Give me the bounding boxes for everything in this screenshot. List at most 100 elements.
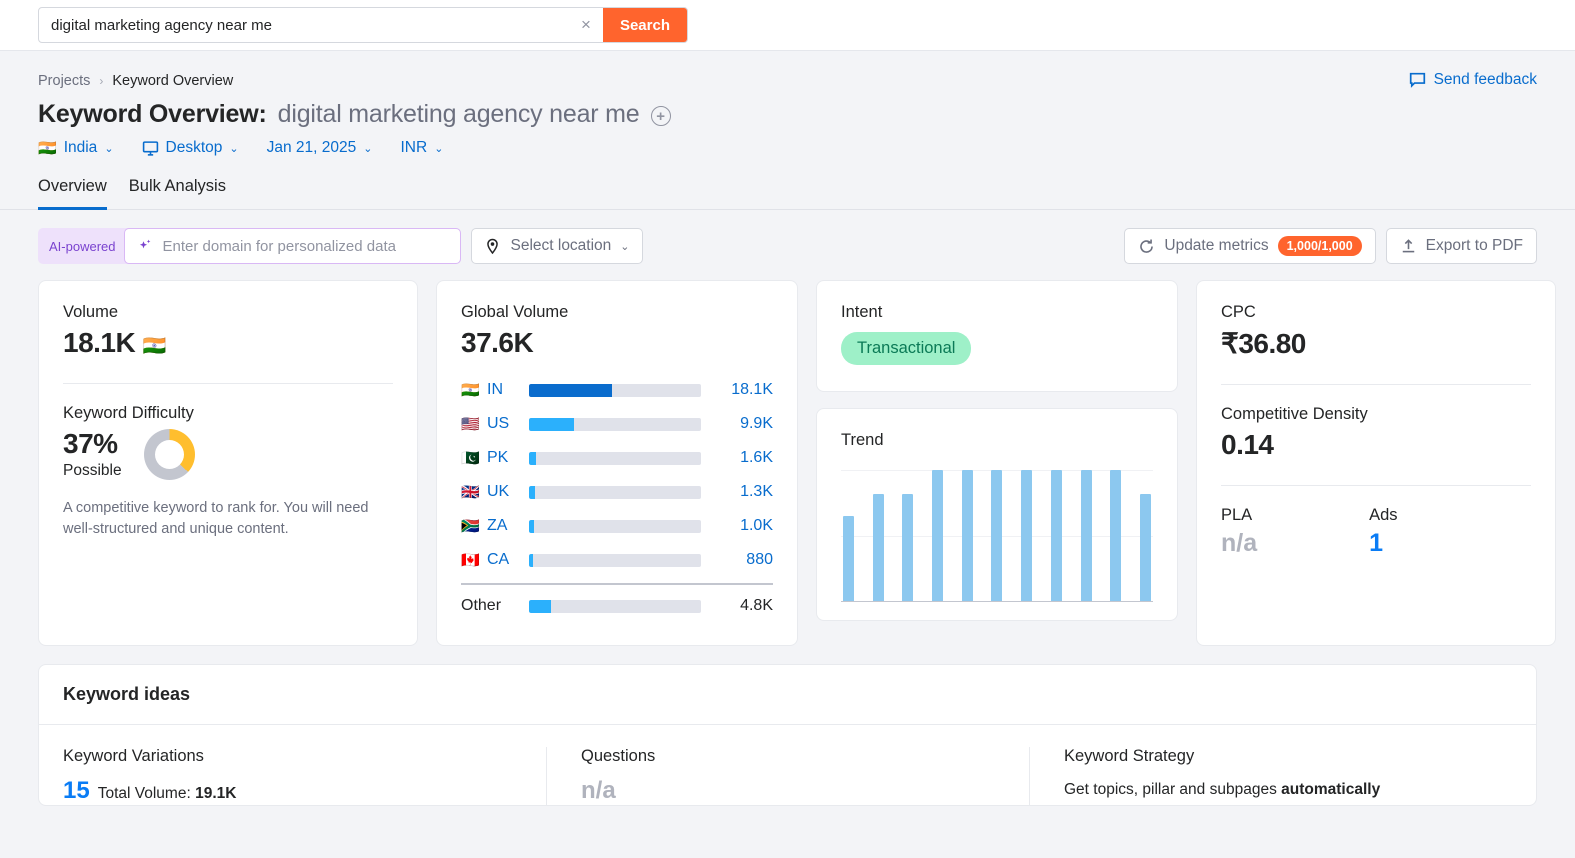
trend-chart <box>841 470 1153 602</box>
questions-stats: n/a <box>581 777 1005 805</box>
trend-bar <box>932 470 944 601</box>
clear-search-icon[interactable]: × <box>569 8 603 42</box>
export-pdf-button[interactable]: Export to PDF <box>1385 228 1537 264</box>
send-feedback-link[interactable]: Send feedback <box>1409 71 1537 89</box>
filter-device[interactable]: Desktop ⌄ <box>142 139 239 157</box>
intent-label: Intent <box>841 303 883 321</box>
chevron-down-icon: ⌄ <box>229 142 239 155</box>
breadcrumb-separator-icon: › <box>99 74 104 88</box>
country-code-label[interactable]: US <box>487 415 529 433</box>
volume-bar-track <box>529 519 701 533</box>
keyword-variations-title: Keyword Variations <box>63 747 204 765</box>
total-volume-label: Total Volume: <box>97 785 191 802</box>
country-code-label[interactable]: IN <box>487 381 529 399</box>
sparkle-icon <box>140 239 151 249</box>
pla-label: PLA <box>1221 506 1253 524</box>
search-field-group: × Search <box>38 7 688 43</box>
ai-powered-badge: AI-powered <box>49 238 116 254</box>
filter-date[interactable]: Jan 21, 2025 ⌄ <box>267 139 373 157</box>
volume-bar-fill <box>529 451 537 465</box>
search-input[interactable] <box>39 8 569 42</box>
trend-bar <box>991 470 1003 601</box>
country-flag-icon: 🇮🇳 <box>461 382 480 399</box>
update-metrics-count: 1,000/1,000 <box>1277 236 1362 256</box>
volume-bar-fill <box>529 553 533 567</box>
intent-badge: Transactional <box>841 332 972 365</box>
trend-bar <box>902 493 914 601</box>
volume-bar-track <box>529 485 701 499</box>
location-select[interactable]: Select location ⌄ <box>471 228 643 264</box>
card-global-volume: Global Volume 37.6K 🇮🇳 IN 18.1K 🇺🇸 US 9.9K 🇵🇰 P… <box>436 280 798 646</box>
volume-bar-fill <box>529 417 574 431</box>
volume-value: 18.1K 🇮🇳 <box>63 327 393 359</box>
country-code-label[interactable]: UK <box>487 483 529 501</box>
tab-bulk-analysis[interactable]: Bulk Analysis <box>129 177 226 210</box>
volume-number: 18.1K <box>63 327 136 358</box>
keyword-strategy-text-before: Get topics, pillar and subpages <box>1064 781 1282 798</box>
country-flag-icon: 🇨🇦 <box>461 552 480 569</box>
country-code-label[interactable]: CA <box>487 551 529 569</box>
keyword-variations-count[interactable]: 15 <box>63 777 90 805</box>
volume-value-label: 1.0K <box>740 517 773 534</box>
domain-input[interactable] <box>162 237 449 255</box>
keyword-variations-column: Keyword Variations 15 Total Volume: 19.1… <box>63 747 546 805</box>
global-volume-row: 🇿🇦 ZA 1.0K <box>461 509 773 543</box>
tab-overview[interactable]: Overview <box>38 177 107 210</box>
filter-currency[interactable]: INR ⌄ <box>400 139 443 157</box>
questions-count: n/a <box>581 777 616 804</box>
chevron-down-icon: ⌄ <box>104 142 114 155</box>
volume-value-label: 4.8K <box>740 597 773 614</box>
global-volume-row: 🇮🇳 IN 18.1K <box>461 373 773 407</box>
breadcrumb-projects[interactable]: Projects <box>38 73 90 89</box>
volume-value-label: 880 <box>746 551 773 568</box>
filter-country[interactable]: 🇮🇳 India ⌄ <box>38 139 114 157</box>
toolbar-right: Update metrics 1,000/1,000 Export to PDF <box>1124 228 1537 264</box>
keyword-ideas-body: Keyword Variations 15 Total Volume: 19.1… <box>39 725 1536 805</box>
india-flag-icon: 🇮🇳 <box>142 336 167 357</box>
questions-column: Questions n/a <box>546 747 1029 805</box>
trend-bar <box>1139 493 1151 601</box>
update-metrics-button[interactable]: Update metrics 1,000/1,000 <box>1124 228 1376 264</box>
competitive-density-label: Competitive Density <box>1221 405 1368 423</box>
country-code-label: Other <box>461 597 502 614</box>
search-bar: × Search <box>0 0 1575 51</box>
volume-value-label: 9.9K <box>740 415 773 432</box>
pla-value: n/a <box>1221 529 1258 557</box>
card-cpc: CPC ₹36.80 Competitive Density 0.14 PLA … <box>1196 280 1556 646</box>
trend-bars <box>841 470 1153 601</box>
filter-row: 🇮🇳 India ⌄ Desktop ⌄ Jan 21, 2025 ⌄ INR … <box>38 139 1537 157</box>
volume-bar-fill <box>529 599 552 613</box>
add-keyword-icon[interactable]: + <box>650 106 671 126</box>
keyword-strategy-title: Keyword Strategy <box>1064 747 1195 765</box>
cpc-label: CPC <box>1221 303 1256 321</box>
global-volume-row: 🇺🇸 US 9.9K <box>461 407 773 441</box>
keyword-difficulty-row: 37% Possible <box>63 428 393 480</box>
trend-bar <box>843 515 854 601</box>
ads-label: Ads <box>1369 506 1398 524</box>
country-code-label[interactable]: PK <box>487 449 529 467</box>
volume-bar-track <box>529 383 701 397</box>
keyword-difficulty-description: A competitive keyword to rank for. You w… <box>63 500 369 537</box>
ai-domain-group: AI-powered <box>38 228 462 264</box>
volume-label: Volume <box>63 303 119 321</box>
trend-bar <box>872 493 884 601</box>
keyword-ideas-panel: Keyword ideas Keyword Variations 15 Tota… <box>38 664 1537 806</box>
country-flag-icon: 🇬🇧 <box>461 484 480 501</box>
toolbar: AI-powered Select location ⌄ <box>0 210 1575 264</box>
chevron-down-icon: ⌄ <box>620 240 630 253</box>
questions-title: Questions <box>581 747 656 765</box>
search-button[interactable]: Search <box>602 8 687 42</box>
refresh-icon <box>1140 238 1154 253</box>
keyword-strategy-column: Keyword Strategy Get topics, pillar and … <box>1029 747 1512 805</box>
filter-device-label: Desktop <box>165 139 223 156</box>
global-volume-row: 🇨🇦 CA 880 <box>461 543 773 577</box>
pla-ads-row: PLA n/a Ads 1 <box>1221 506 1531 558</box>
location-pin-icon <box>487 238 499 254</box>
keyword-difficulty-value: 37% <box>63 428 118 459</box>
total-volume-value: 19.1K <box>195 785 237 802</box>
india-flag-icon: 🇮🇳 <box>38 139 57 157</box>
chevron-down-icon: ⌄ <box>363 142 373 155</box>
country-flag-icon: 🇺🇸 <box>461 416 480 433</box>
country-code-label[interactable]: ZA <box>487 517 529 535</box>
ads-value[interactable]: 1 <box>1369 529 1397 558</box>
